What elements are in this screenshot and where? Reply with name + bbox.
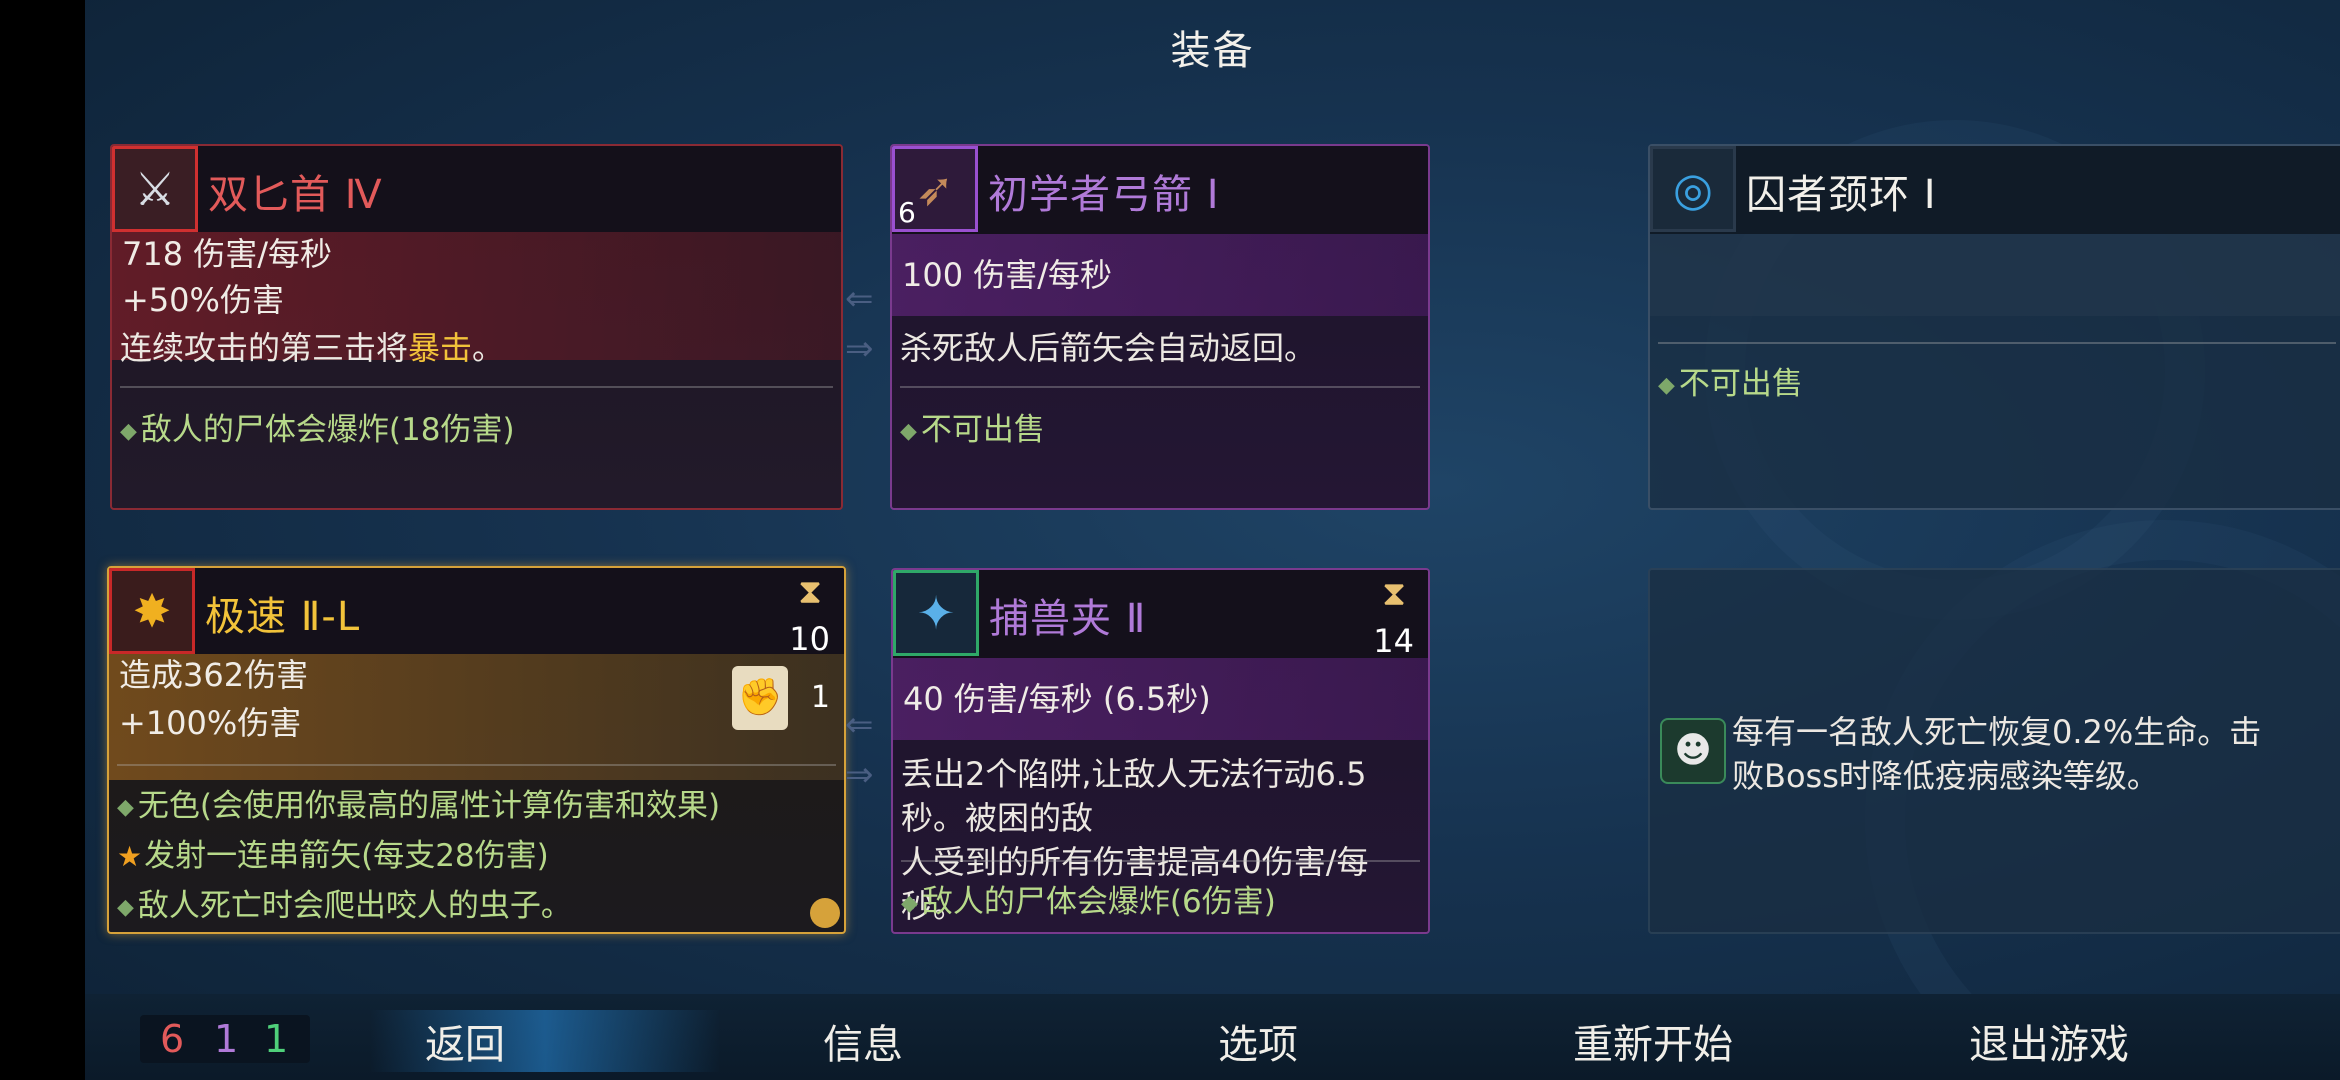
stats-band: 40 伤害/每秒 (6.5秒): [893, 658, 1428, 740]
affix-text: 敌人死亡时会爬出咬人的虫子。: [137, 888, 572, 924]
item-name: 初学者弓箭 Ⅰ: [988, 172, 1220, 218]
divider: [901, 860, 1420, 862]
scroll-icon: ✊: [732, 666, 788, 730]
swap-left-arrow-icon[interactable]: ⇐: [845, 708, 889, 742]
equipment-card-beginner-bow[interactable]: ➶ 6 初学者弓箭 Ⅰ 100 伤害/每秒 杀死敌人后箭矢会自动返回。 ◆ 不可出…: [890, 144, 1430, 510]
divider: [900, 386, 1420, 388]
affix-text: 不可出售: [1678, 366, 1803, 402]
hourglass-icon: ⧗: [798, 572, 822, 612]
collar-icon: ◎: [1650, 146, 1736, 232]
restart-button[interactable]: 重新开始: [1523, 1012, 1783, 1070]
cooldown-value: 14: [1373, 622, 1414, 660]
diamond-icon: ◆: [117, 895, 134, 920]
stats-counter: 6 1 1: [140, 1015, 310, 1063]
item-description: 连续攻击的第三击将暴击。: [120, 326, 833, 370]
description-end: 。: [472, 329, 505, 367]
affix-line: ◆ 不可出售: [900, 404, 1045, 449]
diamond-icon: ◆: [900, 419, 917, 444]
equipment-card-wolf-trap[interactable]: ✦ 捕兽夹 Ⅱ ⧗ 14 40 伤害/每秒 (6.5秒) 丢出2个陷阱,让敌人无…: [891, 568, 1430, 934]
info-button[interactable]: 信息: [733, 1012, 993, 1070]
divider: [120, 386, 833, 388]
diamond-icon: ◆: [901, 891, 918, 916]
affix-text: 发射一连串箭矢(每支28伤害): [144, 838, 549, 874]
equipment-card-swiftness[interactable]: 造成362伤害 +100%伤害 ✸ 极速 Ⅱ-L ⧗ 10 ✊ 1 ◆ 无色(会使…: [107, 566, 846, 934]
affix-line: ◆ 敌人的尸体会爆炸(18伤害): [120, 404, 515, 449]
affix-line: ◆ 无色(会使用你最高的属性计算伤害和效果): [117, 780, 720, 825]
equipment-card-prisoner-collar[interactable]: ◎ 囚者颈环 Ⅰ ◆ 不可出售: [1648, 144, 2340, 510]
description-line: 丢出2个陷阱,让敌人无法行动6.5秒。被困的敌: [901, 755, 1367, 837]
item-name: 捕兽夹 Ⅱ: [989, 596, 1147, 642]
brutality-stat: 6: [160, 1017, 185, 1061]
item-name: 极速 Ⅱ-L: [205, 594, 361, 640]
stats-band: 100 伤害/每秒: [892, 234, 1428, 316]
affix-line: ◆ 敌人死亡时会爬出咬人的虫子。: [117, 880, 572, 925]
description-line: 败Boss时降低疫病感染等级。: [1732, 757, 2159, 795]
dps-stat: 100 伤害/每秒: [902, 256, 1113, 294]
page-title: 装备: [1170, 28, 1255, 74]
swap-right-arrow-icon[interactable]: ⇒: [845, 758, 889, 792]
description-line: 每有一名敌人死亡恢复0.2%生命。击: [1732, 713, 2262, 751]
affix-text: 敌人的尸体会爆炸(6伤害): [921, 884, 1276, 920]
tactics-stat: 1: [214, 1017, 239, 1061]
swap-right-arrow-icon[interactable]: ⇒: [845, 332, 889, 366]
item-name: 双匕首 Ⅳ: [208, 172, 383, 218]
item-description: 杀死敌人后箭矢会自动返回。: [900, 329, 1317, 367]
dual-daggers-icon: ⚔: [112, 146, 198, 232]
vampire-mutation-icon: ☻: [1660, 718, 1726, 784]
crit-keyword: 暴击: [408, 329, 473, 367]
corner-ornament: [810, 898, 840, 928]
mutation-card[interactable]: ☻ 每有一名敌人死亡恢复0.2%生命。击 败Boss时降低疫病感染等级。: [1648, 568, 2340, 934]
divider: [1658, 342, 2336, 344]
affix-text: 无色(会使用你最高的属性计算伤害和效果): [137, 788, 721, 824]
dps-stat: 40 伤害/每秒 (6.5秒): [903, 680, 1211, 718]
cooldown-value: 10: [789, 620, 830, 658]
affix-text: 不可出售: [920, 412, 1045, 448]
equipment-screen: 装备 718 伤害/每秒 +50%伤害 ⚔ 双匕首 Ⅳ 连续攻击的第三击将暴击。…: [85, 0, 2340, 1080]
swap-left-arrow-icon[interactable]: ⇐: [845, 282, 889, 316]
damage-bonus-stat: +50%伤害: [122, 281, 284, 319]
options-button[interactable]: 选项: [1128, 1012, 1388, 1070]
equipment-card-dual-daggers[interactable]: 718 伤害/每秒 +50%伤害 ⚔ 双匕首 Ⅳ 连续攻击的第三击将暴击。 ◆ 敌…: [110, 144, 843, 510]
star-icon: ★: [117, 840, 143, 873]
scroll-count: 1: [810, 680, 830, 715]
affix-line: ◆ 不可出售: [1658, 358, 1803, 403]
item-name: 囚者颈环 Ⅰ: [1746, 172, 1937, 218]
diamond-icon: ◆: [120, 419, 137, 444]
survival-stat: 1: [264, 1017, 289, 1061]
stats-band: [1650, 234, 2340, 316]
diamond-icon: ◆: [117, 795, 134, 820]
quit-game-button[interactable]: 退出游戏: [1919, 1012, 2179, 1070]
diamond-icon: ◆: [1658, 373, 1675, 398]
back-button[interactable]: 返回: [335, 1012, 595, 1070]
affix-text: 敌人的尸体会爆炸(18伤害): [140, 412, 515, 448]
swiftness-icon: ✸: [109, 568, 195, 654]
hourglass-icon: ⧗: [1382, 574, 1406, 614]
description-text: 连续攻击的第三击将: [120, 329, 409, 367]
dps-stat: 718 伤害/每秒: [122, 235, 333, 273]
affix-line: ◆ 敌人的尸体会爆炸(6伤害): [901, 876, 1276, 921]
affix-line-starred: ★发射一连串箭矢(每支28伤害): [117, 830, 549, 875]
divider: [117, 764, 836, 766]
item-level-badge: 6: [898, 196, 916, 229]
wolf-trap-icon: ✦: [893, 570, 979, 656]
mutation-description: 每有一名敌人死亡恢复0.2%生命。击 败Boss时降低疫病感染等级。: [1732, 710, 2336, 798]
